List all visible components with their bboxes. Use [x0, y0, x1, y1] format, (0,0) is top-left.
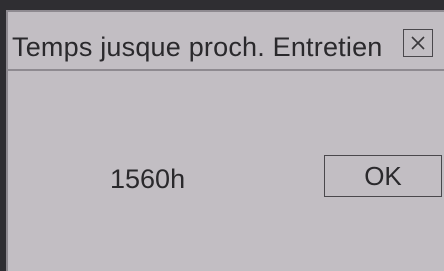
maintenance-hours-value: 1560h: [110, 164, 186, 194]
dialog-title: Temps jusque proch. Entretien: [12, 32, 383, 62]
dialog-content: 1560h OK: [8, 71, 444, 271]
ok-button[interactable]: OK: [324, 155, 442, 197]
close-button[interactable]: [403, 29, 433, 57]
close-icon: [411, 36, 425, 50]
dialog-title-bar: Temps jusque proch. Entretien: [8, 12, 444, 70]
maintenance-dialog: Temps jusque proch. Entretien 1560h OK: [6, 10, 444, 271]
